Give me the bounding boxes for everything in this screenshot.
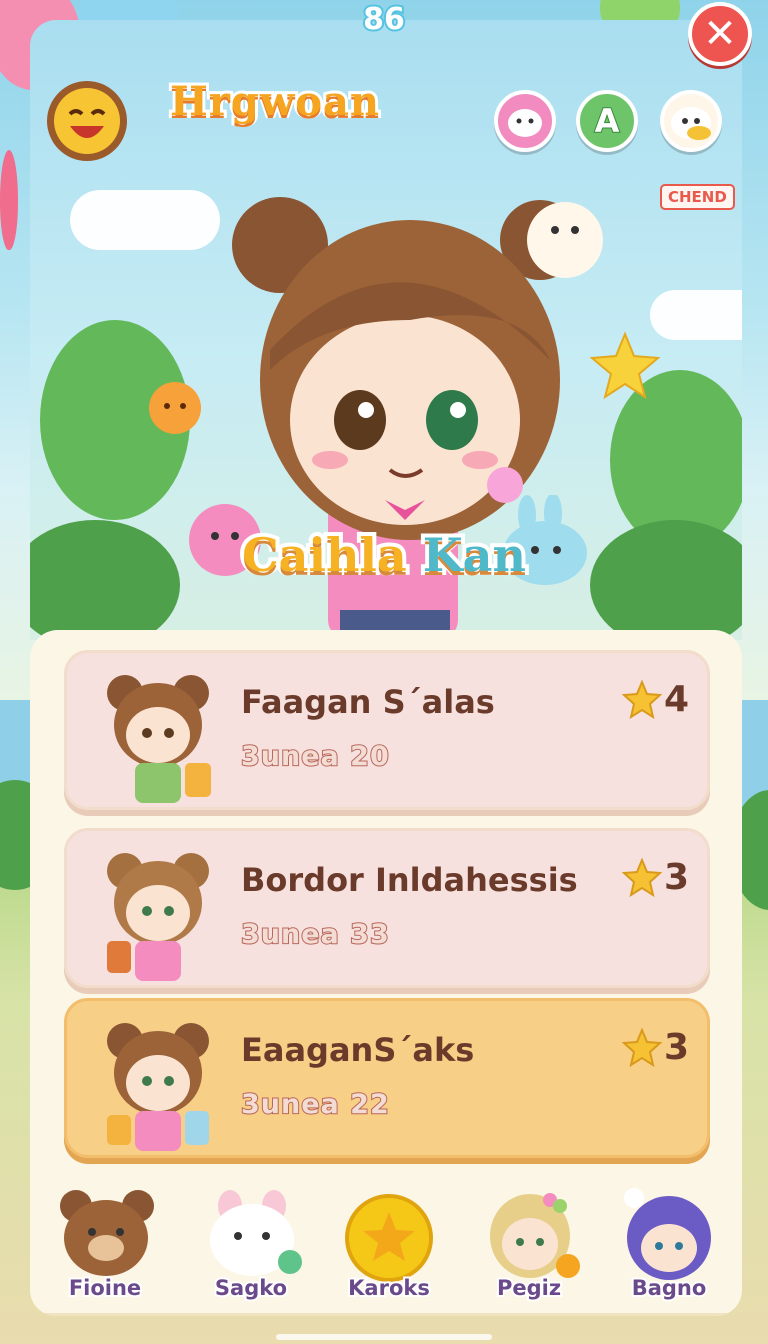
close-icon: ✕: [703, 11, 737, 57]
yellow-star-creature-icon: [590, 331, 660, 400]
close-button[interactable]: ✕: [688, 2, 752, 66]
bunny-icon: [210, 1190, 302, 1276]
star-coin-icon: [345, 1194, 433, 1282]
hamster-icon: [508, 109, 542, 137]
character-name-last: Kan: [419, 524, 530, 586]
happy-sun-button[interactable]: [44, 78, 130, 164]
tab-fioine[interactable]: Fioine: [46, 1180, 164, 1316]
bear-icon: [60, 1190, 154, 1276]
card-rating: 3: [621, 1027, 689, 1068]
card-rating: 3: [621, 857, 689, 898]
tab-bagno[interactable]: Bagno: [610, 1180, 728, 1316]
letter-a-icon: A: [594, 101, 621, 141]
cat-mascot-icon: [671, 107, 711, 140]
card-avatar: [107, 675, 211, 803]
star-count: 4: [663, 679, 689, 720]
cloud: [650, 290, 742, 340]
card-title: Bordor Inldahessis: [241, 861, 578, 899]
red-balloon: [0, 150, 18, 250]
tab-karoks[interactable]: Karoks: [330, 1180, 448, 1316]
tab-label: Sagko: [213, 1274, 289, 1302]
card-subtitle: 3unea 22: [240, 1088, 390, 1121]
character-name-first: Caihla: [238, 524, 411, 586]
tab-label: Pegiz: [495, 1274, 563, 1302]
page-title: Hrgwoan: [167, 75, 382, 128]
card-title: EaaganSˊaks: [241, 1031, 475, 1069]
girl-avatar-icon: [490, 1193, 580, 1278]
card-rating: 4: [621, 679, 689, 720]
star-icon: [621, 857, 662, 897]
tab-sagko[interactable]: Sagko: [192, 1180, 310, 1316]
card-avatar: [107, 853, 209, 981]
star-count: 3: [663, 1027, 689, 1068]
star-icon: [621, 1027, 662, 1067]
tab-pegiz[interactable]: Pegiz: [470, 1180, 588, 1316]
hamster-button[interactable]: [494, 90, 556, 152]
home-indicator[interactable]: [276, 1334, 492, 1340]
tab-label: Bagno: [630, 1274, 709, 1302]
character-card[interactable]: Bordor Inldahessis 3unea 33 3: [64, 828, 710, 988]
bottom-tab-bar: Fioine Sagko Karoks Pegiz Bagno: [30, 1180, 742, 1316]
card-subtitle: 3unea 20: [240, 740, 390, 773]
hero-badge: CHEND: [660, 184, 735, 210]
tab-label: Karoks: [346, 1274, 432, 1302]
star-count: 3: [663, 857, 689, 898]
card-subtitle: 3unea 33: [240, 918, 390, 951]
star-icon: [621, 679, 662, 719]
purple-hair-avatar-icon: [624, 1188, 711, 1280]
score-counter: 86: [361, 0, 407, 39]
card-avatar: [107, 1023, 209, 1151]
mascot-button[interactable]: [660, 90, 722, 152]
character-card[interactable]: Faagan Sˊalas 3unea 20 4: [64, 650, 710, 810]
orange-star-creature-icon: [149, 382, 201, 434]
character-card-selected[interactable]: EaaganSˊaks 3unea 22 3: [64, 998, 710, 1158]
letter-a-button[interactable]: A: [576, 90, 638, 152]
tab-label: Fioine: [67, 1274, 143, 1302]
character-name: Caihla Kan: [0, 524, 768, 586]
card-title: Faagan Sˊalas: [241, 683, 495, 721]
